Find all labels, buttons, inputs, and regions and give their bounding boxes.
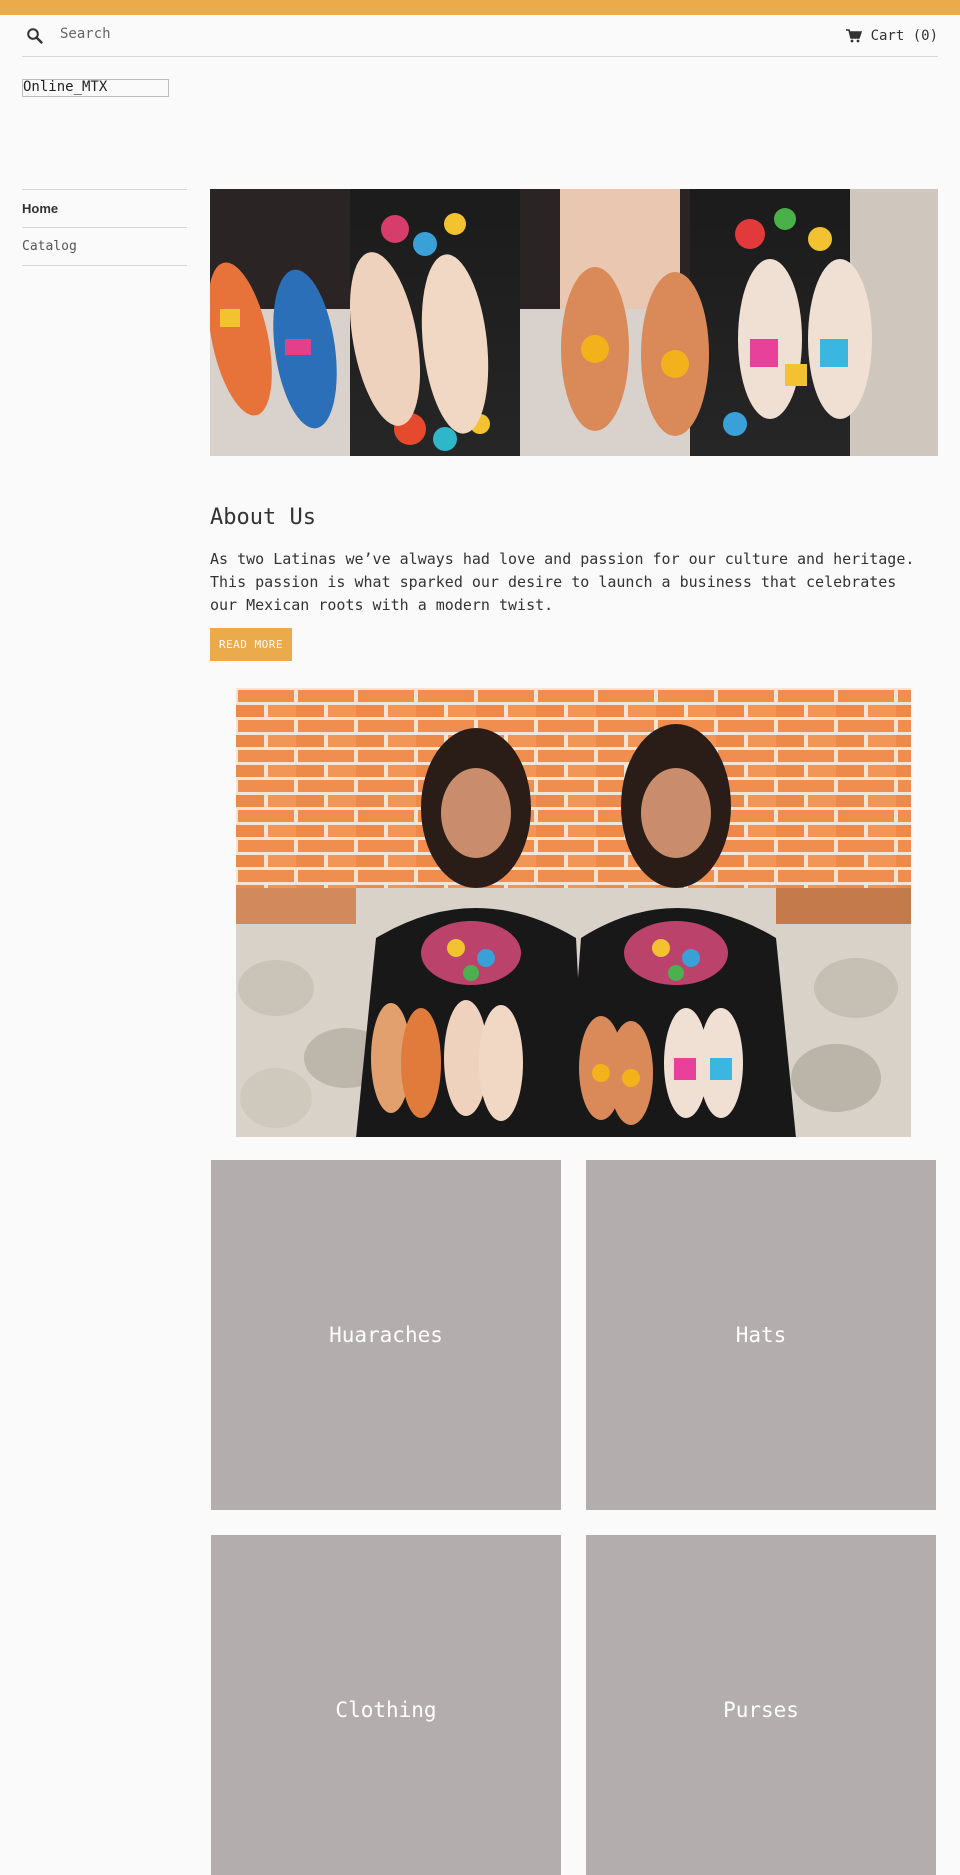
cart-link[interactable]: Cart (0) <box>845 26 938 46</box>
about-text: As two Latinas we’ve always had love and… <box>210 550 915 614</box>
site-logo[interactable]: Online_MTX <box>22 79 169 97</box>
sidebar-nav: Home Catalog <box>22 189 187 266</box>
collection-label: Purses <box>723 1698 799 1722</box>
team-photo <box>236 688 911 1137</box>
collection-tile-clothing[interactable]: Clothing <box>211 1535 561 1875</box>
collection-tile-purses[interactable]: Purses <box>586 1535 936 1875</box>
site-header: Cart (0) <box>22 15 938 57</box>
about-heading: About Us <box>210 505 316 530</box>
collection-label: Huaraches <box>329 1323 443 1347</box>
collection-label: Clothing <box>335 1698 437 1722</box>
search-input[interactable] <box>60 22 460 46</box>
collection-label: Hats <box>735 1323 787 1347</box>
collection-tile-huaraches[interactable]: Huaraches <box>211 1160 561 1510</box>
search-icon[interactable] <box>26 27 44 45</box>
nav-item-catalog[interactable]: Catalog <box>22 228 187 266</box>
hero-image <box>210 189 938 456</box>
read-more-button[interactable]: READ MORE <box>210 628 292 661</box>
nav-item-home[interactable]: Home <box>22 190 187 228</box>
cart-label: Cart (0) <box>870 28 938 44</box>
cart-icon <box>845 29 862 43</box>
collection-tile-hats[interactable]: Hats <box>586 1160 936 1510</box>
announcement-bar <box>0 0 960 15</box>
